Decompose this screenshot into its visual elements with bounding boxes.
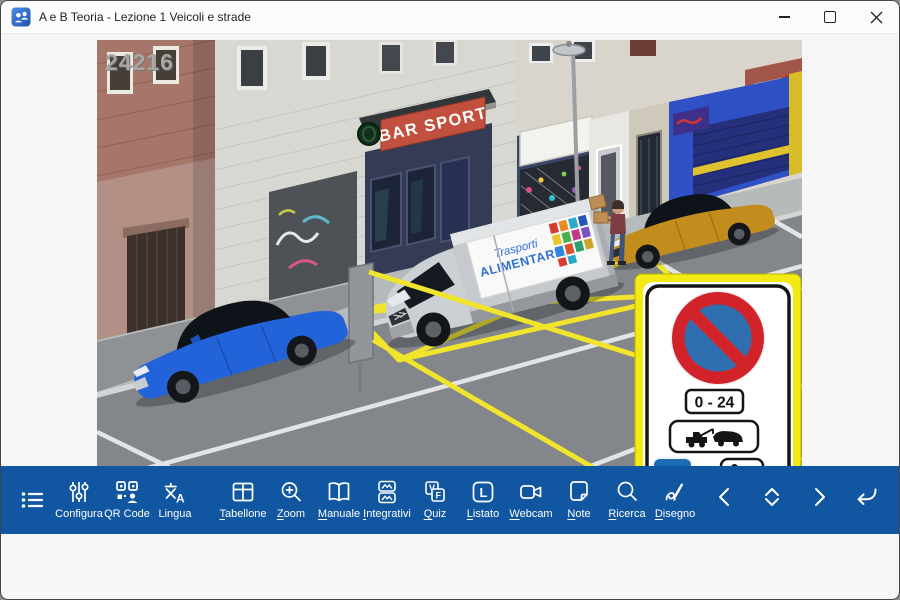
zoom-in-icon: [277, 478, 305, 506]
window-title: A e B Teoria - Lezione 1 Veicoli e strad…: [39, 10, 251, 24]
toolbar-separator: [199, 478, 219, 534]
pen-icon: [661, 478, 689, 506]
menu-button[interactable]: [9, 478, 55, 534]
open-book-icon: [325, 478, 353, 506]
search-icon: [613, 478, 641, 506]
toolbar-item-tabellone[interactable]: Tabellone: [219, 478, 267, 534]
toolbar-item-ricerca[interactable]: Ricerca: [603, 478, 651, 534]
toolbar-item-qr-code[interactable]: QR Code: [103, 478, 151, 534]
video-camera-icon: [517, 478, 545, 506]
back-return-button[interactable]: [842, 478, 889, 534]
time-range-text: 0 - 24: [695, 395, 735, 412]
slides-icon: [373, 478, 401, 506]
minimize-button[interactable]: [761, 1, 807, 33]
true-false-icon: V F: [421, 478, 449, 506]
chevron-up-down-icon: [758, 483, 786, 511]
toolbar-label: Quiz: [424, 508, 447, 520]
toolbar-item-disegno[interactable]: Disegno: [651, 478, 699, 534]
bar-door: [441, 157, 469, 242]
lesson-image: BAR SPORT: [97, 40, 802, 525]
letter-box-icon: L: [469, 478, 497, 506]
toolbar-label: QR Code: [104, 508, 150, 520]
toolbar-item-webcam[interactable]: Webcam: [507, 478, 555, 534]
box-in-hands: [594, 212, 608, 223]
pink-building: [97, 40, 215, 353]
toolbar: Configura QR Code A: [1, 466, 899, 534]
no-parking-sign: [671, 291, 766, 386]
toolbar-label: Tabellone: [219, 508, 266, 520]
toolbar-label: Ricerca: [608, 508, 645, 520]
sliders-icon: [65, 478, 93, 506]
qr-code-icon: [113, 478, 141, 506]
list-icon: [18, 486, 46, 514]
tow-away-plate: [670, 421, 758, 452]
toolbar-item-integrativi[interactable]: Integrativi: [363, 478, 411, 534]
time-range-plate: 0 - 24: [686, 390, 743, 413]
toolbar-label: Note: [567, 508, 590, 520]
svg-text:A: A: [176, 492, 185, 506]
chevron-right-icon: [805, 483, 833, 511]
return-arrow-icon: [852, 483, 880, 511]
svg-text:L: L: [480, 485, 488, 500]
toolbar-item-quiz[interactable]: V F Quiz: [411, 478, 459, 534]
toolbar-label: Webcam: [509, 508, 552, 520]
grid-icon: [229, 478, 257, 506]
toolbar-label: Manuale: [318, 508, 360, 520]
toolbar-item-manuale[interactable]: Manuale: [315, 478, 363, 534]
next-button[interactable]: [795, 478, 842, 534]
content-area: BAR SPORT: [1, 34, 899, 534]
sticky-note-icon: [565, 478, 593, 506]
app-window: A e B Teoria - Lezione 1 Veicoli e strad…: [0, 0, 900, 600]
svg-text:F: F: [436, 491, 442, 501]
toolbar-label: Listato: [467, 508, 499, 520]
figure-number: 24216: [105, 49, 174, 75]
toolbar-label: Integrativi: [363, 508, 411, 520]
close-icon: [870, 11, 883, 24]
jump-button[interactable]: [748, 478, 795, 534]
toolbar-label: Configura: [55, 508, 103, 520]
window-controls: [761, 1, 899, 33]
close-button[interactable]: [853, 1, 899, 33]
toolbar-label: Zoom: [277, 508, 305, 520]
toolbar-label: Disegno: [655, 508, 695, 520]
app-people-icon: [11, 7, 31, 27]
torso: [610, 214, 626, 234]
chevron-left-icon: [711, 483, 739, 511]
toolbar-item-listato[interactable]: L Listato: [459, 478, 507, 534]
translate-icon: A: [161, 478, 189, 506]
toolbar-item-note[interactable]: Note: [555, 478, 603, 534]
street-scene: BAR SPORT: [97, 40, 802, 525]
toolbar-item-lingua[interactable]: A Lingua: [151, 478, 199, 534]
graffiti-wall: [269, 171, 357, 302]
toolbar-label: Lingua: [158, 508, 191, 520]
toolbar-item-configura[interactable]: Configura: [55, 478, 103, 534]
previous-button[interactable]: [701, 478, 748, 534]
minimize-icon: [779, 16, 790, 17]
toolbar-item-zoom[interactable]: Zoom: [267, 478, 315, 534]
maximize-icon: [824, 11, 836, 23]
toolbar-navigation: [701, 478, 899, 534]
title-bar: A e B Teoria - Lezione 1 Veicoli e strad…: [1, 1, 899, 34]
maximize-button[interactable]: [807, 1, 853, 33]
